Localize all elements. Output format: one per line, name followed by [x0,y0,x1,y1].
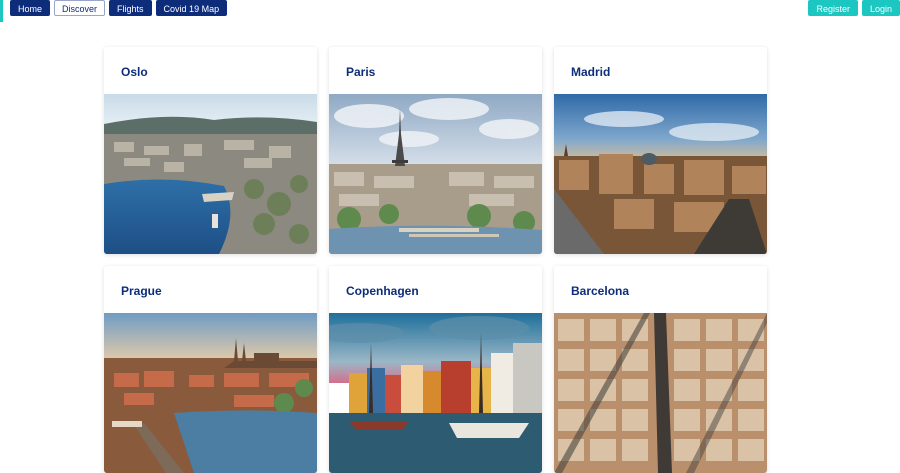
auth-buttons: Register Login [808,0,900,16]
card-header: Paris [329,47,542,94]
city-name: Paris [346,65,376,79]
city-card-copenhagen[interactable]: Copenhagen [329,266,542,473]
register-button[interactable]: Register [808,0,858,16]
city-name: Copenhagen [346,284,419,298]
city-name: Prague [121,284,162,298]
city-name: Barcelona [571,284,630,298]
city-photo-oslo [104,94,317,254]
nav-covid-map-button[interactable]: Covid 19 Map [155,0,228,16]
card-header: Madrid [554,47,767,94]
nav-home-button[interactable]: Home [10,0,51,16]
main-nav: Home Discover Flights Covid 19 Map [10,0,228,16]
city-card-barcelona[interactable]: Barcelona [554,266,767,473]
login-button[interactable]: Login [861,0,900,16]
city-photo-madrid [554,94,767,254]
city-photo-prague [104,313,317,473]
city-photo-barcelona [554,313,767,473]
card-header: Copenhagen [329,266,542,313]
nav-discover-button[interactable]: Discover [54,0,106,16]
city-name: Madrid [571,65,611,79]
left-accent-bar [0,0,3,22]
card-header: Prague [104,266,317,313]
city-card-prague[interactable]: Prague [104,266,317,473]
nav-flights-button[interactable]: Flights [109,0,152,16]
card-header: Barcelona [554,266,767,313]
city-grid: Oslo Paris Madrid Prague Copenhagen Barc… [104,47,767,473]
city-photo-copenhagen [329,313,542,473]
city-card-madrid[interactable]: Madrid [554,47,767,254]
city-name: Oslo [121,65,148,79]
city-card-oslo[interactable]: Oslo [104,47,317,254]
city-photo-paris [329,94,542,254]
city-card-paris[interactable]: Paris [329,47,542,254]
card-header: Oslo [104,47,317,94]
